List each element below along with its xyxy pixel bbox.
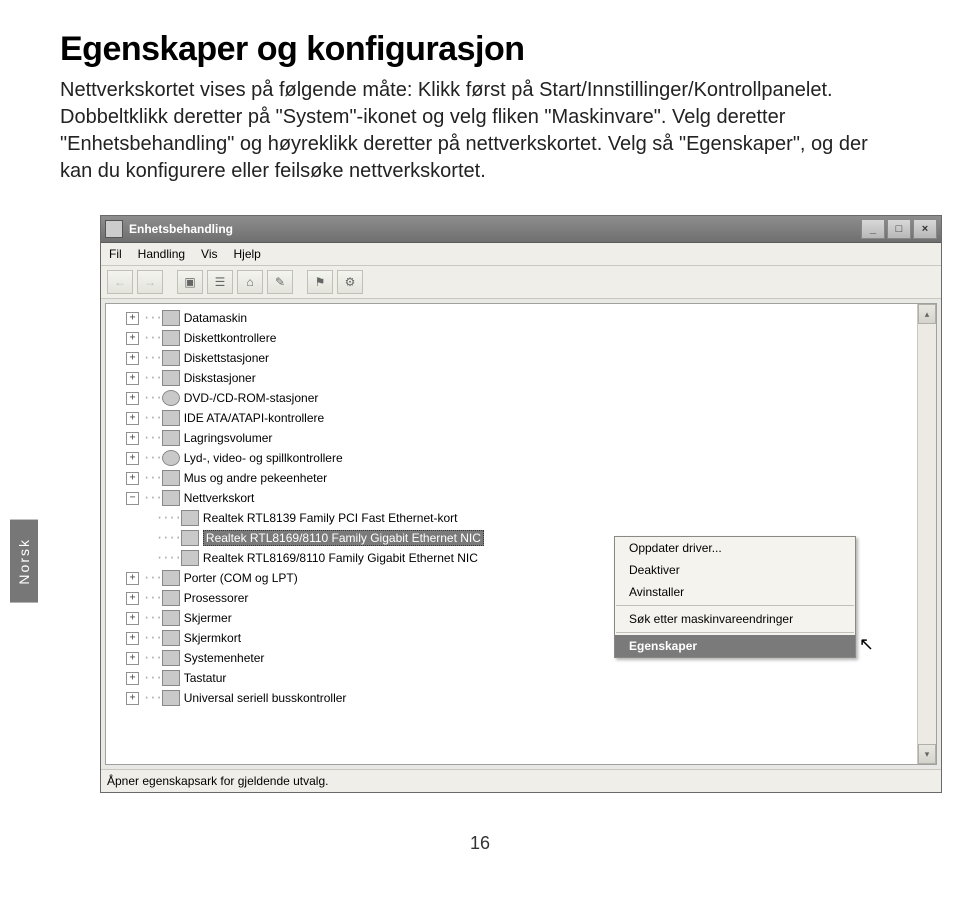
- tree-item[interactable]: +···Datamaskin: [108, 308, 934, 328]
- nic-icon: [181, 510, 199, 526]
- device-manager-window: Enhetsbehandling _ □ × Fil Handling Vis …: [100, 215, 942, 793]
- tree-item[interactable]: +···IDE ATA/ATAPI-kontrollere: [108, 408, 934, 428]
- device-icon: [162, 650, 180, 666]
- expand-icon[interactable]: +: [126, 652, 139, 665]
- collapse-icon[interactable]: −: [126, 492, 139, 505]
- device-icon: [162, 390, 180, 406]
- ctx-disable[interactable]: Deaktiver: [615, 559, 855, 581]
- expand-icon[interactable]: +: [126, 632, 139, 645]
- toolbar-icon-3[interactable]: ⌂: [237, 270, 263, 294]
- toolbar-icon-2[interactable]: ☰: [207, 270, 233, 294]
- tree-item[interactable]: +···DVD-/CD-ROM-stasjoner: [108, 388, 934, 408]
- expand-icon[interactable]: +: [126, 332, 139, 345]
- tree-item[interactable]: +···Mus og andre pekeenheter: [108, 468, 934, 488]
- tree-item[interactable]: +···Tastatur: [108, 668, 934, 688]
- expand-icon[interactable]: +: [126, 572, 139, 585]
- expand-icon[interactable]: +: [126, 352, 139, 365]
- status-bar: Åpner egenskapsark for gjeldende utvalg.: [101, 769, 941, 792]
- device-icon: [162, 330, 180, 346]
- expand-icon[interactable]: +: [126, 392, 139, 405]
- expand-icon[interactable]: +: [126, 672, 139, 685]
- nic-icon: [181, 530, 199, 546]
- maximize-button[interactable]: □: [887, 219, 911, 239]
- expand-icon[interactable]: +: [126, 452, 139, 465]
- app-icon: [105, 220, 123, 238]
- device-icon: [162, 410, 180, 426]
- language-tab: Norsk: [10, 520, 38, 603]
- device-icon: [162, 370, 180, 386]
- tree-item-network[interactable]: −···Nettverkskort: [108, 488, 934, 508]
- device-tree[interactable]: +···Datamaskin +···Diskettkontrollere +·…: [105, 303, 937, 765]
- expand-icon[interactable]: +: [126, 472, 139, 485]
- menu-help[interactable]: Hjelp: [234, 247, 261, 261]
- tree-item[interactable]: +···Lagringsvolumer: [108, 428, 934, 448]
- scroll-up-button[interactable]: ▴: [918, 304, 936, 324]
- window-title: Enhetsbehandling: [129, 222, 233, 236]
- device-icon: [162, 470, 180, 486]
- network-icon: [162, 490, 180, 506]
- window-titlebar[interactable]: Enhetsbehandling _ □ ×: [101, 216, 941, 243]
- expand-icon[interactable]: +: [126, 312, 139, 325]
- device-icon: [162, 690, 180, 706]
- ctx-properties[interactable]: Egenskaper: [615, 635, 855, 657]
- menu-bar: Fil Handling Vis Hjelp: [101, 243, 941, 266]
- device-icon: [162, 610, 180, 626]
- device-icon: [162, 670, 180, 686]
- expand-icon[interactable]: +: [126, 592, 139, 605]
- context-menu[interactable]: Oppdater driver... Deaktiver Avinstaller…: [614, 536, 856, 658]
- back-button[interactable]: ←: [107, 270, 133, 294]
- tree-item[interactable]: +···Diskstasjoner: [108, 368, 934, 388]
- device-icon: [162, 570, 180, 586]
- expand-icon[interactable]: +: [126, 372, 139, 385]
- ctx-scan-hardware[interactable]: Søk etter maskinvareendringer: [615, 608, 855, 630]
- tree-item[interactable]: +···Universal seriell busskontroller: [108, 688, 934, 708]
- toolbar-icon-5[interactable]: ⚑: [307, 270, 333, 294]
- tree-item[interactable]: +···Diskettkontrollere: [108, 328, 934, 348]
- device-icon: [162, 310, 180, 326]
- toolbar-icon-1[interactable]: ▣: [177, 270, 203, 294]
- device-icon: [162, 350, 180, 366]
- ctx-update-driver[interactable]: Oppdater driver...: [615, 537, 855, 559]
- page-heading: Egenskaper og konfigurasjon: [60, 30, 900, 69]
- expand-icon[interactable]: +: [126, 612, 139, 625]
- expand-icon[interactable]: +: [126, 692, 139, 705]
- device-icon: [162, 630, 180, 646]
- vertical-scrollbar[interactable]: ▴ ▾: [917, 304, 936, 764]
- menu-file[interactable]: Fil: [109, 247, 122, 261]
- tree-child-item[interactable]: ····Realtek RTL8139 Family PCI Fast Ethe…: [108, 508, 934, 528]
- expand-icon[interactable]: +: [126, 432, 139, 445]
- device-icon: [162, 450, 180, 466]
- tree-item[interactable]: +···Diskettstasjoner: [108, 348, 934, 368]
- tree-item[interactable]: +···Lyd-, video- og spillkontrollere: [108, 448, 934, 468]
- device-icon: [162, 590, 180, 606]
- intro-paragraph: Nettverkskortet vises på følgende måte: …: [60, 77, 900, 185]
- nic-icon: [181, 550, 199, 566]
- forward-button[interactable]: →: [137, 270, 163, 294]
- menu-action[interactable]: Handling: [138, 247, 185, 261]
- menu-view[interactable]: Vis: [201, 247, 217, 261]
- minimize-button[interactable]: _: [861, 219, 885, 239]
- device-icon: [162, 430, 180, 446]
- toolbar-icon-4[interactable]: ✎: [267, 270, 293, 294]
- toolbar-icon-6[interactable]: ⚙: [337, 270, 363, 294]
- expand-icon[interactable]: +: [126, 412, 139, 425]
- ctx-uninstall[interactable]: Avinstaller: [615, 581, 855, 603]
- close-button[interactable]: ×: [913, 219, 937, 239]
- toolbar: ← → ▣ ☰ ⌂ ✎ ⚑ ⚙: [101, 266, 941, 299]
- page-number: 16: [60, 833, 900, 854]
- scroll-down-button[interactable]: ▾: [918, 744, 936, 764]
